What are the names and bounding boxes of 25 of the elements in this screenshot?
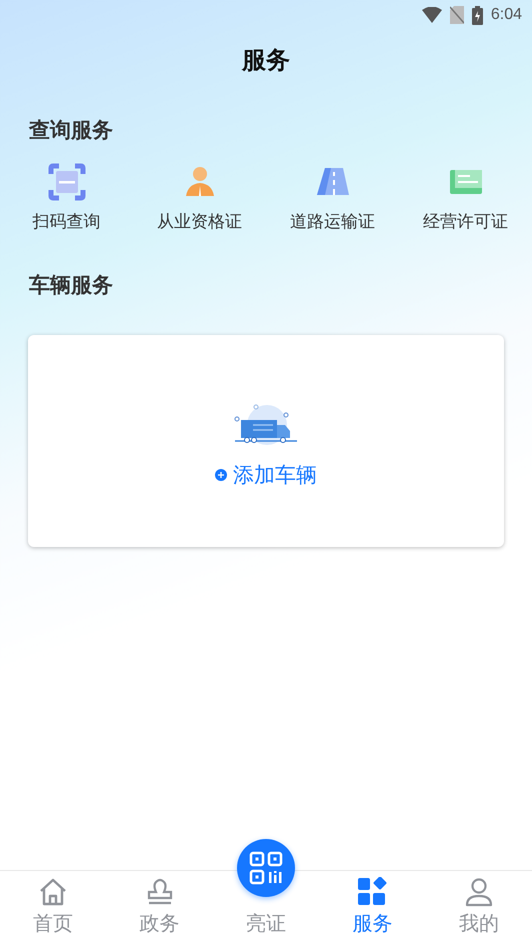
plus-icon — [215, 469, 227, 481]
tab[interactable]: 亮证 — [212, 871, 320, 945]
page-title: 服务 — [240, 45, 291, 76]
qr-code-icon — [249, 851, 283, 885]
service-item[interactable]: 经营许可证 — [399, 162, 532, 233]
wifi-icon — [422, 7, 442, 23]
user-icon — [464, 877, 494, 907]
service-item[interactable]: 道路运输证 — [266, 162, 399, 233]
no-sim-icon — [450, 6, 464, 24]
qr-code-button[interactable] — [237, 839, 295, 897]
tab[interactable]: 服务 — [319, 871, 426, 945]
tab[interactable]: 我的 — [426, 871, 532, 945]
scan-icon — [46, 162, 86, 202]
add-vehicle-button[interactable]: 添加车辆 — [215, 461, 317, 489]
tab[interactable]: 首页 — [0, 871, 106, 945]
section-heading: 车辆服务 — [28, 272, 114, 299]
battery-icon — [472, 6, 483, 24]
service-item[interactable]: 扫码查询 — [0, 162, 133, 233]
tab[interactable]: 政务 — [106, 871, 213, 945]
grid-icon — [357, 877, 388, 907]
truck-drawing — [233, 403, 299, 447]
service-item[interactable]: 从业资格证 — [133, 162, 266, 233]
home-icon — [38, 877, 68, 907]
section-heading: 查询服务 — [28, 117, 114, 144]
clock: 6:04 — [490, 6, 522, 24]
